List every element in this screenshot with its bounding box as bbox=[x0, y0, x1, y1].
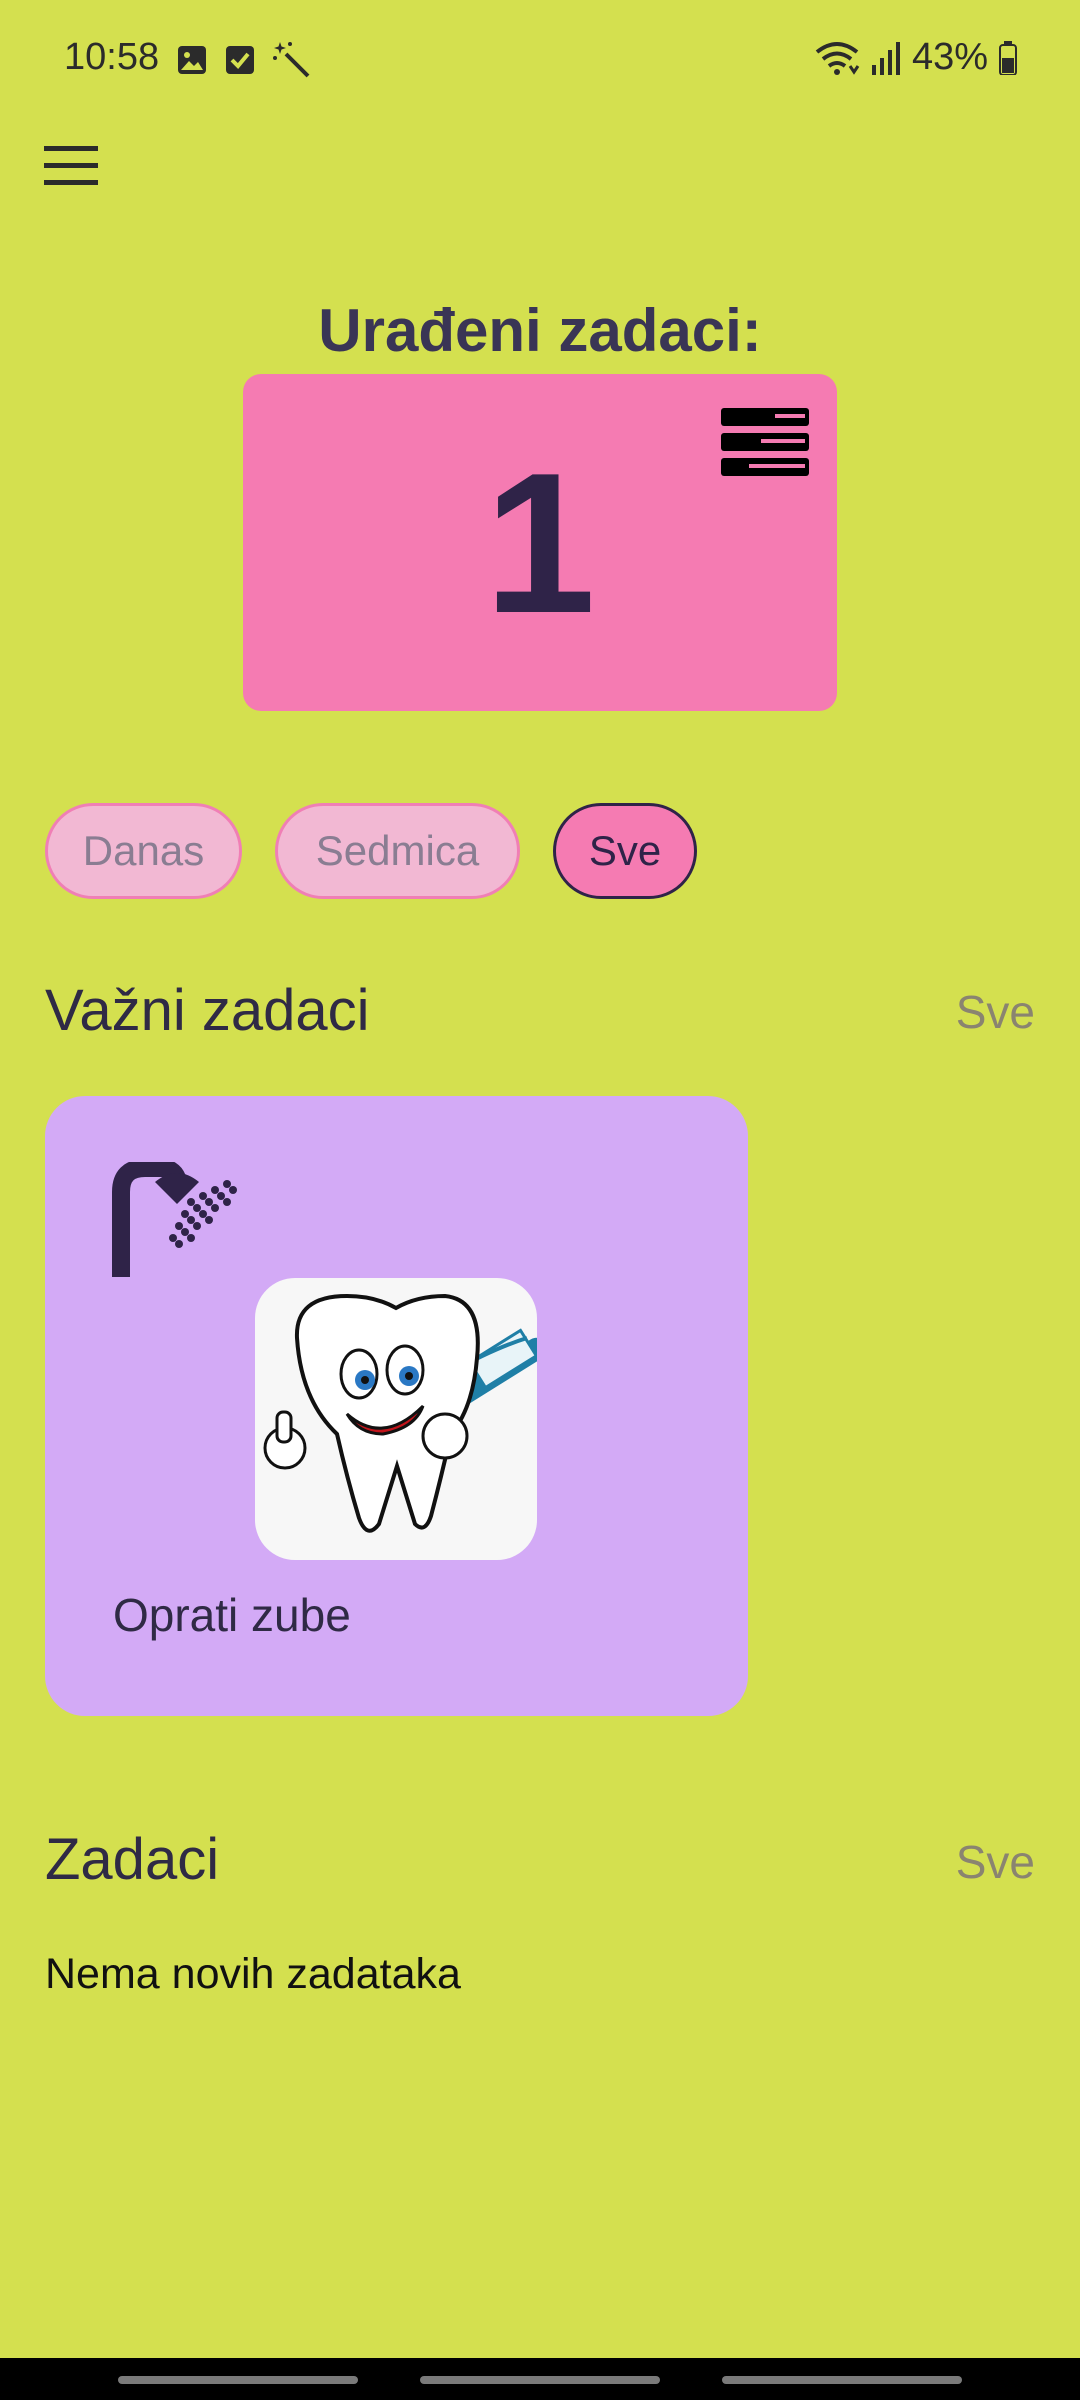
list-stack-icon[interactable] bbox=[721, 408, 809, 476]
nav-recent-button[interactable] bbox=[118, 2376, 358, 2384]
important-task-label: Oprati zube bbox=[113, 1589, 351, 1641]
hamburger-menu-icon bbox=[44, 146, 98, 185]
important-tasks-see-all[interactable]: Sve bbox=[956, 985, 1035, 1039]
system-navigation-bar bbox=[0, 2358, 1080, 2400]
filter-chip-sve[interactable]: Sve bbox=[553, 803, 697, 899]
important-tasks-title: Važni zadaci bbox=[45, 978, 370, 1043]
filter-chip-sedmica[interactable]: Sedmica bbox=[275, 803, 520, 899]
status-icons-left bbox=[176, 40, 312, 80]
filter-chip-danas[interactable]: Danas bbox=[45, 803, 242, 899]
status-icons-right: 43% bbox=[814, 36, 1018, 79]
tasks-empty-text: Nema novih zadataka bbox=[45, 1950, 461, 1998]
shower-icon bbox=[112, 1162, 237, 1277]
gallery-icon bbox=[178, 46, 206, 74]
battery-percent: 43% bbox=[911, 36, 988, 78]
status-time: 10:58 bbox=[64, 36, 160, 78]
wifi-icon bbox=[815, 41, 860, 75]
hamburger-menu-button[interactable] bbox=[44, 144, 100, 188]
done-tasks-card[interactable]: 1 bbox=[243, 374, 837, 711]
important-task-card[interactable]: Oprati zube bbox=[45, 1096, 748, 1716]
tooth-brush-illustration bbox=[255, 1278, 537, 1560]
battery-icon bbox=[999, 40, 1017, 75]
nav-back-button[interactable] bbox=[722, 2376, 962, 2384]
tasks-see-all[interactable]: Sve bbox=[956, 1835, 1035, 1889]
nav-home-button[interactable] bbox=[420, 2376, 660, 2384]
signal-icon bbox=[871, 41, 900, 75]
done-tasks-title: Urađeni zadaci: bbox=[318, 297, 762, 364]
tasks-title: Zadaci bbox=[45, 1827, 220, 1892]
magic-wand-icon bbox=[273, 42, 310, 78]
checkbox-icon bbox=[226, 46, 254, 74]
